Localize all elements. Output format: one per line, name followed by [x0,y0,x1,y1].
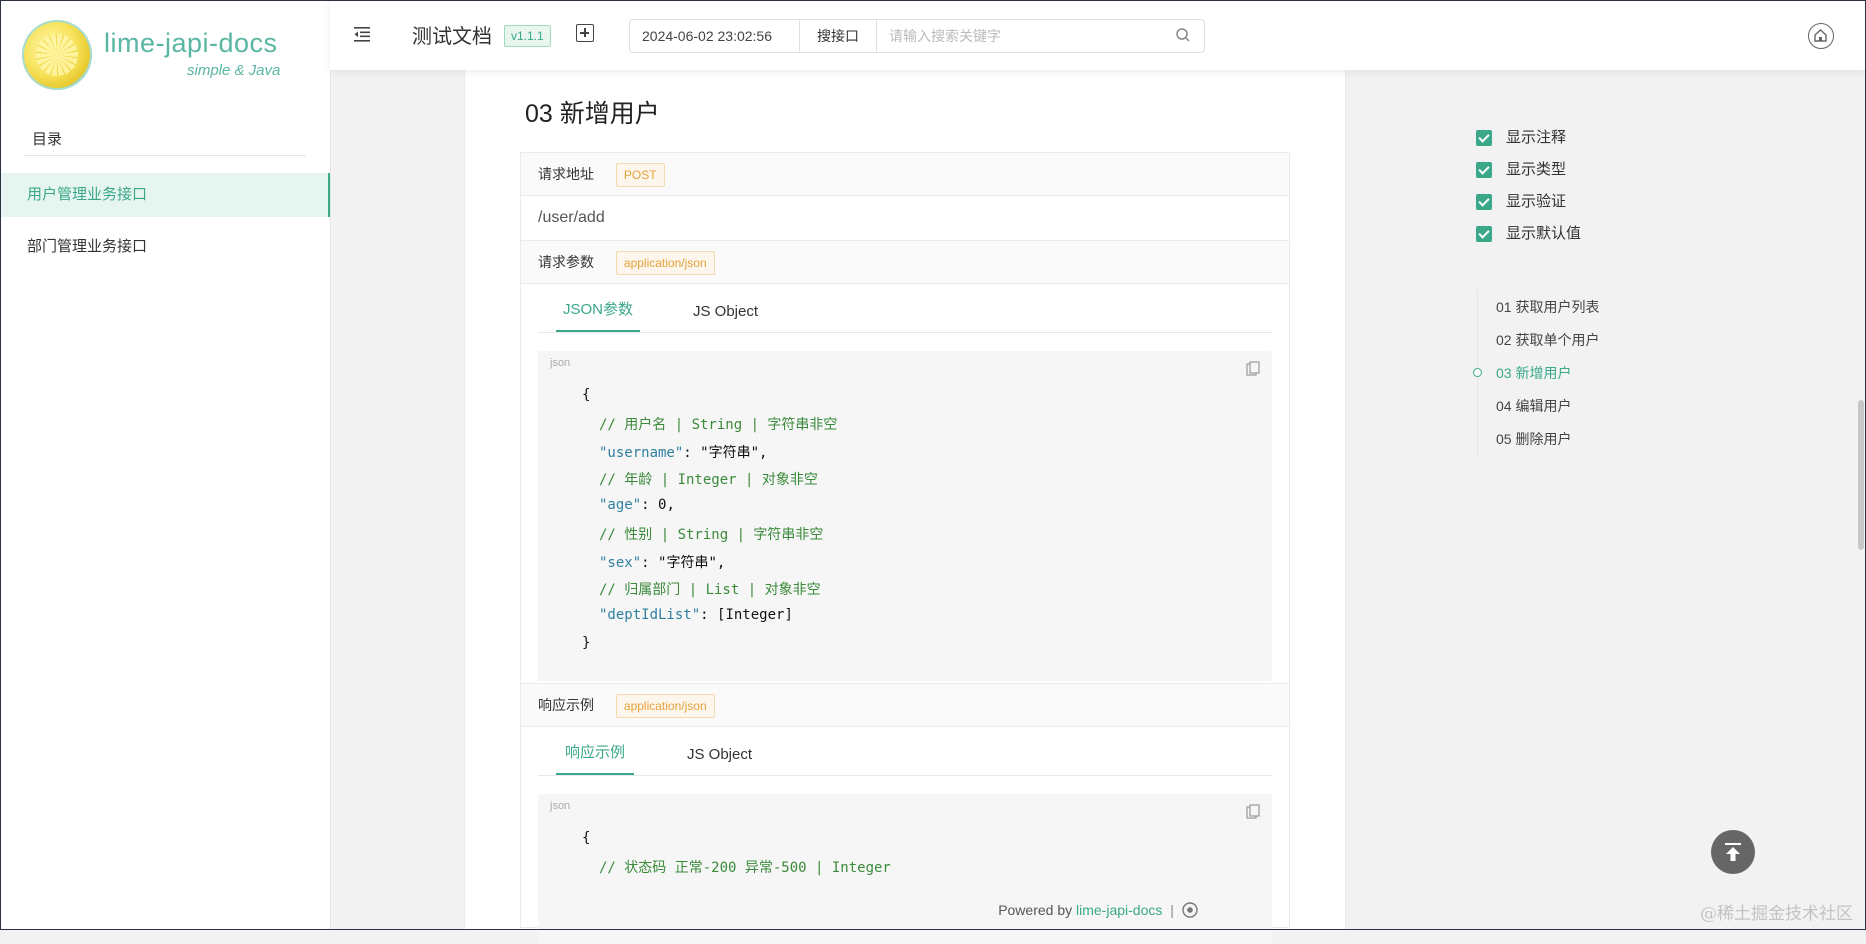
option-label: 显示类型 [1506,161,1567,178]
tab-js-object[interactable]: JS Object [693,296,758,332]
footer-powered-by: Powered by [998,902,1073,918]
tab-json-params[interactable]: JSON参数 [556,294,640,332]
back-to-top-button[interactable] [1711,830,1755,874]
code-key-username: "username" [599,445,684,461]
content-type-badge: application/json [615,251,715,276]
tab-response-example[interactable]: 响应示例 [556,737,634,775]
code-val-username: : "字符串", [683,445,768,461]
tab-response-js-object[interactable]: JS Object [687,739,752,775]
search-input[interactable] [877,20,1164,52]
checkbox-checked-icon[interactable] [1476,226,1492,242]
code-line-age: "age": 0, [599,497,675,513]
response-label: 响应示例 [538,697,594,713]
params-body: JSON参数 JS Object json { // 用户名 | String … [521,284,1289,683]
github-icon[interactable] [1182,902,1198,918]
checkbox-checked-icon[interactable] [1476,130,1492,146]
sidebar-item-user-api[interactable]: 用户管理业务接口 [0,173,330,217]
search-button[interactable] [1164,20,1204,52]
code-line-username: "username": "字符串", [599,442,767,462]
request-url: /user/add [521,196,1289,241]
response-head: 响应示例 application/json [521,683,1289,727]
option-label: 显示注释 [1506,129,1567,146]
code-close-brace: } [582,635,591,651]
code-comment-age: // 年龄 | Integer | 对象非空 [599,472,818,488]
response-code-comment-status: // 状态码 正常-200 异常-500 | Integer [599,860,891,876]
code-comment-dept: // 归属部门 | List | 对象非空 [599,582,821,598]
page-title: 03 新增用户 [525,100,660,128]
logo[interactable]: lime-japi-docs simple & Java [22,20,322,94]
code-key-age: "age" [599,497,642,513]
sidebar-item-dept-api[interactable]: 部门管理业务接口 [0,225,330,269]
response-code-open-brace: { [582,830,591,846]
response-content-type-badge: application/json [615,694,715,719]
plus-icon[interactable] [576,24,594,42]
search-group: 2024-06-02 23:02:56 搜接口 [629,19,1205,53]
anchor-link-02[interactable]: 02 获取单个用户 [1496,329,1599,351]
code-comment-sex: // 性别 | String | 字符串非空 [599,527,824,543]
content-card: 03 新增用户 请求地址 POST /user/add 请求参数 applica… [464,70,1346,944]
logo-title: lime-japi-docs [104,28,278,58]
option-label: 显示默认值 [1506,225,1582,242]
params-tabs: JSON参数 JS Object [538,284,1272,333]
lemon-logo-icon [22,20,92,90]
footer: Powered by lime-japi-docs | [330,902,1866,918]
params-code-block: json { // 用户名 | String | 字符串非空 "username… [538,351,1272,681]
footer-separator: | [1170,902,1174,918]
anchor-link-03[interactable]: 03 新增用户 [1496,362,1571,384]
header: 测试文档 v1.1.1 2024-06-02 23:02:56 搜接口 [330,0,1866,70]
request-url-label: 请求地址 [538,166,594,182]
search-type-select[interactable]: 搜接口 [800,20,877,52]
response-code-block: json { // 状态码 正常-200 异常-500 | Integer [538,794,1272,944]
back-to-top-icon [1725,843,1741,861]
version-badge: v1.1.1 [504,25,551,47]
footer-link[interactable]: lime-japi-docs [1076,902,1162,918]
request-url-head: 请求地址 POST [521,153,1289,196]
response-copy-icon[interactable] [1246,804,1260,820]
request-params-head: 请求参数 application/json [521,241,1289,284]
response-tabs: 响应示例 JS Object [538,727,1272,776]
request-params-label: 请求参数 [538,254,594,270]
datetime-display: 2024-06-02 23:02:56 [630,20,800,52]
code-key-sex: "sex" [599,555,642,571]
anchor-link-04[interactable]: 04 编辑用户 [1496,395,1571,417]
home-icon[interactable] [1808,23,1834,49]
response-code-lang-label: json [550,800,571,812]
toc-heading: 目录 [24,128,306,156]
code-val-dept: : [Integer] [700,607,793,623]
doc-title: 测试文档 [412,26,492,48]
response-body: 响应示例 JS Object json { // 状态码 正常-200 异常-5… [521,727,1289,944]
home-glyph [1814,29,1827,42]
scrollbar-thumb[interactable] [1858,400,1864,550]
anchor-link-01[interactable]: 01 获取用户列表 [1496,296,1599,318]
search-icon [1176,28,1190,42]
code-line-sex: "sex": "字符串", [599,552,725,572]
code-comment-username: // 用户名 | String | 字符串非空 [599,417,838,433]
checkbox-checked-icon[interactable] [1476,162,1492,178]
option-label: 显示验证 [1506,193,1567,210]
request-url-panel: 请求地址 POST /user/add 请求参数 application/jso… [520,152,1290,944]
http-method-badge: POST [615,163,665,188]
watermark: @稀土掘金技术社区 [1700,904,1853,924]
copy-icon[interactable] [1246,361,1260,377]
code-lang-label: json [550,357,571,369]
code-line-dept: "deptIdList": [Integer] [599,607,793,623]
code-val-sex: : "字符串", [641,555,726,571]
checkbox-checked-icon[interactable] [1476,194,1492,210]
code-key-dept: "deptIdList" [599,607,701,623]
anchor-active-dot-icon [1473,368,1482,377]
menu-fold-icon[interactable] [352,24,372,44]
code-val-age: : 0, [641,497,675,513]
code-open-brace: { [582,387,591,403]
sidebar: lime-japi-docs simple & Java 目录 用户管理业务接口… [0,0,331,930]
logo-subtitle: simple & Java [187,62,281,79]
anchor-link-05[interactable]: 05 删除用户 [1496,428,1571,450]
